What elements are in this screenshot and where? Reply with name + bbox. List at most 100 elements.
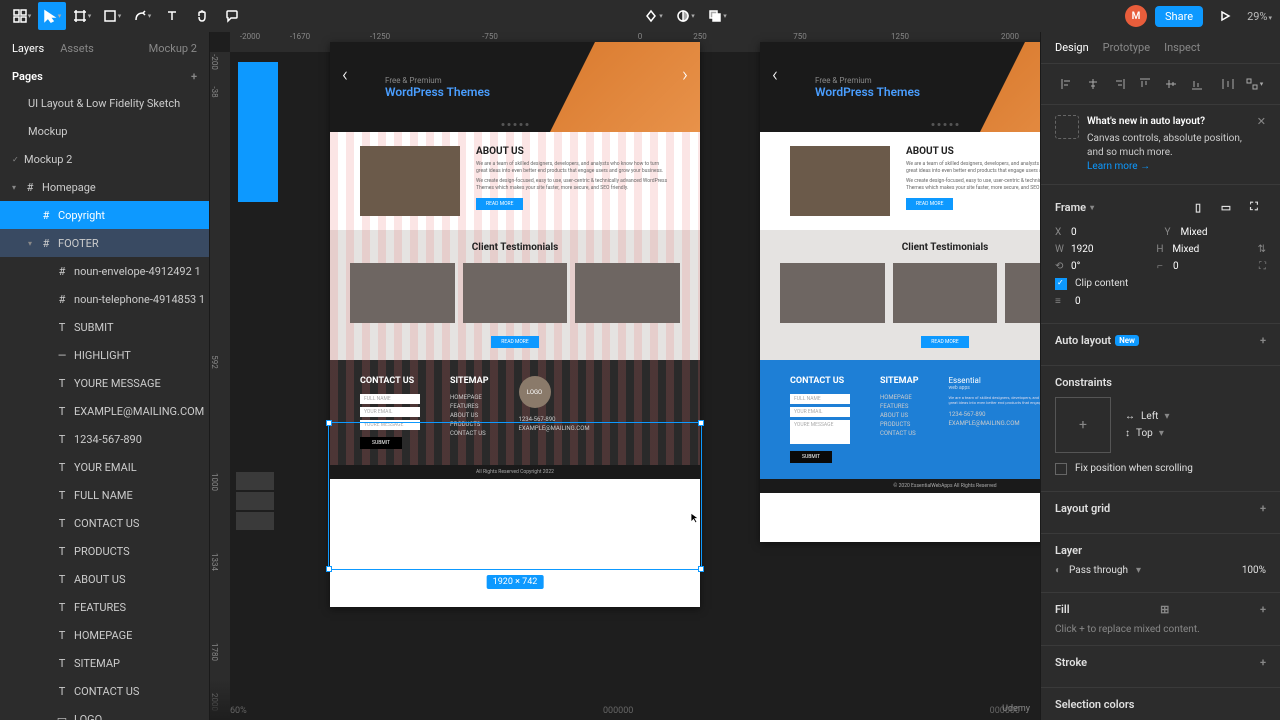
submit-button[interactable]: SUBMIT (790, 451, 832, 463)
layer-item[interactable]: #Copyright (0, 201, 209, 229)
page-item[interactable]: ✓Mockup 2 (0, 145, 209, 173)
submit-button[interactable]: SUBMIT (360, 437, 402, 449)
tab-assets[interactable]: Assets (60, 42, 94, 55)
layer-item[interactable]: TFULL NAME (0, 481, 209, 509)
distribute-icon[interactable] (1216, 72, 1240, 96)
read-more-button[interactable]: READ MORE (491, 336, 538, 348)
share-button[interactable]: Share (1155, 6, 1203, 27)
layer-item[interactable]: THOMEPAGE (0, 621, 209, 649)
file-name[interactable]: Mockup 2 (149, 42, 197, 55)
layer-item[interactable]: TEXAMPLE@MAILING.COM (0, 397, 209, 425)
layer-item[interactable]: TCONTACT US (0, 677, 209, 705)
add-grid-button[interactable]: + (1260, 502, 1266, 515)
corner-input[interactable] (1173, 261, 1233, 272)
message-input[interactable]: YOURE MESSAGE (360, 420, 420, 430)
read-more-button[interactable]: READ MORE (476, 198, 523, 210)
move-tool[interactable] (38, 2, 66, 30)
main-menu[interactable] (8, 2, 36, 30)
component-menu[interactable] (640, 2, 668, 30)
sitemap-link[interactable]: ABOUT US (880, 412, 919, 419)
present-button[interactable] (1211, 2, 1239, 30)
add-page-button[interactable]: + (191, 70, 197, 83)
constraint-widget[interactable] (1055, 397, 1111, 453)
tab-design[interactable]: Design (1055, 41, 1089, 54)
page-item[interactable]: UI Layout & Low Fidelity Sketch (0, 89, 209, 117)
carousel-dots[interactable] (932, 123, 959, 126)
align-bottom-icon[interactable] (1185, 72, 1209, 96)
height-input[interactable] (1172, 244, 1232, 255)
canvas[interactable]: -2000-1670-1250-750025075012502000250030… (210, 32, 1040, 720)
rotation-input[interactable] (1071, 261, 1131, 272)
read-more-button[interactable]: READ MORE (921, 336, 968, 348)
tab-layers[interactable]: Layers (12, 42, 44, 55)
carousel-prev-icon[interactable]: ‹ (772, 62, 778, 86)
x-input[interactable] (1071, 227, 1131, 238)
layer-item[interactable]: #noun-envelope-4912492 1 (0, 257, 209, 285)
add-stroke-button[interactable]: + (1260, 656, 1266, 669)
corner-options-icon[interactable]: ⛶ (1259, 261, 1266, 272)
sitemap-link[interactable]: FEATURES (450, 403, 489, 410)
full-name-input[interactable]: FULL NAME (360, 394, 420, 404)
sitemap-link[interactable]: CONTACT US (880, 430, 919, 437)
carousel-next-icon[interactable]: › (682, 62, 688, 86)
shape-tool[interactable] (98, 2, 126, 30)
page-item[interactable]: Mockup (0, 117, 209, 145)
resize-hug-icon[interactable]: ▭ (1214, 195, 1238, 219)
layer-item[interactable]: TCONTACT US (0, 509, 209, 537)
constraint-v-select[interactable]: Top (1136, 428, 1153, 439)
opacity-input[interactable]: 100% (1242, 565, 1266, 576)
add-auto-layout-button[interactable]: + (1260, 334, 1266, 347)
fill-style-icon[interactable]: ⊞ (1160, 603, 1169, 616)
layer-item[interactable]: #noun-telephone-4914853 1 (0, 285, 209, 313)
layer-item[interactable]: ▭LOGO (0, 705, 209, 720)
align-h-center-icon[interactable] (1081, 72, 1105, 96)
layer-item[interactable]: T1234-567-890 (0, 425, 209, 453)
layer-item[interactable]: TFEATURES (0, 593, 209, 621)
mask-menu[interactable] (672, 2, 700, 30)
constrain-proportions-icon[interactable]: ⇅ (1258, 244, 1266, 255)
email-input[interactable]: YOUR EMAIL (790, 407, 850, 417)
resize-fill-icon[interactable]: ⛶ (1242, 195, 1266, 219)
align-right-icon[interactable] (1107, 72, 1131, 96)
layer-item[interactable]: ▾#Homepage (0, 173, 209, 201)
sitemap-link[interactable]: CONTACT US (450, 430, 489, 437)
sitemap-link[interactable]: PRODUCTS (450, 421, 489, 428)
artboard-2[interactable]: ‹ › Free & Premium WordPress Themes ABOU… (760, 42, 1040, 542)
constraint-h-select[interactable]: Left (1141, 411, 1158, 422)
align-top-icon[interactable] (1133, 72, 1157, 96)
sitemap-link[interactable]: FEATURES (880, 403, 919, 410)
y-input[interactable] (1181, 227, 1241, 238)
layer-item[interactable]: TPRODUCTS (0, 537, 209, 565)
zoom-level[interactable]: 29% (1247, 10, 1272, 23)
full-name-input[interactable]: FULL NAME (790, 394, 850, 404)
align-v-center-icon[interactable] (1159, 72, 1183, 96)
blend-mode-select[interactable]: Pass through (1069, 565, 1128, 576)
layer-item[interactable]: TYOUR EMAIL (0, 453, 209, 481)
fix-scroll-checkbox[interactable] (1055, 463, 1067, 475)
blue-shape[interactable] (238, 62, 278, 202)
comment-tool[interactable] (218, 2, 246, 30)
email-input[interactable]: YOUR EMAIL (360, 407, 420, 417)
resize-fixed-icon[interactable]: ▯ (1186, 195, 1210, 219)
artboard-1[interactable]: ‹ › Free & Premium WordPress Themes ABOU… (330, 42, 700, 607)
clip-content-checkbox[interactable] (1055, 278, 1067, 290)
sitemap-link[interactable]: PRODUCTS (880, 421, 919, 428)
message-input[interactable]: YOURE MESSAGE (790, 420, 850, 444)
frame-tool[interactable] (68, 2, 96, 30)
tidy-icon[interactable] (1242, 72, 1266, 96)
layer-item[interactable]: —HIGHLIGHT (0, 341, 209, 369)
close-icon[interactable]: ✕ (1257, 115, 1266, 128)
layer-item[interactable]: TSUBMIT (0, 313, 209, 341)
hand-tool[interactable] (188, 2, 216, 30)
sitemap-link[interactable]: ABOUT US (450, 412, 489, 419)
add-fill-button[interactable]: + (1260, 603, 1266, 616)
text-tool[interactable] (158, 2, 186, 30)
layer-item[interactable]: TSITEMAP (0, 649, 209, 677)
pen-tool[interactable] (128, 2, 156, 30)
carousel-dots[interactable] (502, 123, 529, 126)
width-input[interactable] (1071, 244, 1131, 255)
carousel-prev-icon[interactable]: ‹ (342, 62, 348, 86)
layer-item[interactable]: TABOUT US (0, 565, 209, 593)
promo-link[interactable]: Learn more → (1087, 161, 1150, 172)
boolean-menu[interactable] (704, 2, 732, 30)
